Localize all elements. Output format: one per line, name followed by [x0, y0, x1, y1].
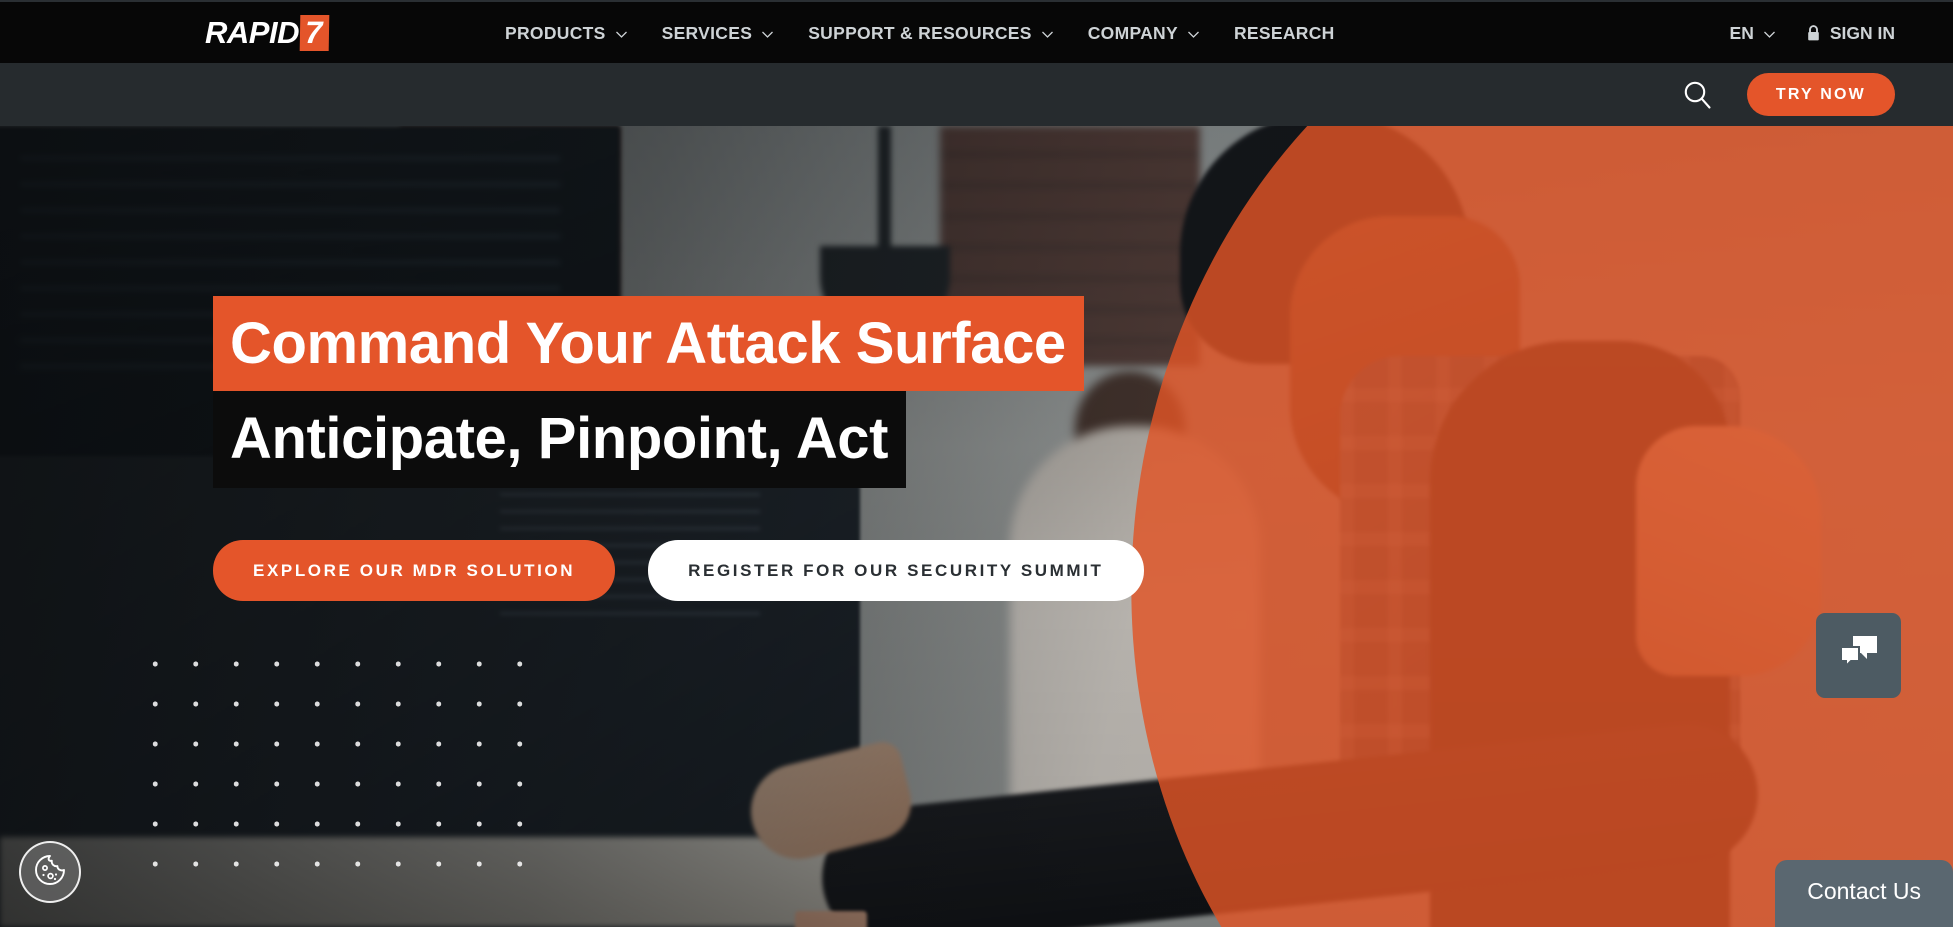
- language-label: EN: [1729, 23, 1754, 43]
- language-selector[interactable]: EN: [1730, 23, 1776, 44]
- nav-label-services: SERVICES: [661, 23, 753, 43]
- nav-item-products[interactable]: PRODUCTS: [505, 23, 628, 44]
- main-nav-links: PRODUCTS SERVICES SUPPORT & RESOURCES CO…: [505, 2, 1335, 65]
- nav-label-company: COMPANY: [1087, 23, 1178, 43]
- hero-headline-line-2: Anticipate, Pinpoint, Act: [213, 391, 907, 488]
- rapid7-logo[interactable]: RAPID 7: [205, 14, 330, 51]
- nav-item-company[interactable]: COMPANY: [1088, 23, 1200, 44]
- page-root: RAPID 7 PRODUCTS SERVICES SUPPORT & RESOU…: [0, 0, 1953, 927]
- chevron-down-icon: [761, 28, 774, 41]
- chevron-down-icon: [1187, 28, 1200, 41]
- search-icon[interactable]: [1682, 79, 1713, 110]
- cookie-settings-button[interactable]: [19, 841, 81, 903]
- nav-label-support-resources: SUPPORT & RESOURCES: [808, 23, 1032, 43]
- chevron-down-icon: [615, 28, 628, 41]
- chevron-down-icon: [1041, 28, 1054, 41]
- chat-bubbles-icon: [1837, 633, 1881, 678]
- sign-in-label: SIGN IN: [1829, 23, 1895, 43]
- register-security-summit-button[interactable]: REGISTER FOR OUR SECURITY SUMMIT: [648, 540, 1144, 601]
- hero-content: Command Your Attack Surface Anticipate, …: [213, 296, 1144, 601]
- top-navigation-bar: RAPID 7 PRODUCTS SERVICES SUPPORT & RESOU…: [0, 0, 1953, 63]
- nav-label-products: PRODUCTS: [505, 23, 606, 43]
- chevron-down-icon: [1763, 28, 1776, 41]
- try-now-button[interactable]: TRY NOW: [1746, 73, 1895, 116]
- sign-in-link[interactable]: SIGN IN: [1806, 23, 1895, 44]
- nav-item-support-resources[interactable]: SUPPORT & RESOURCES: [808, 23, 1054, 44]
- logo-wordmark: RAPID: [205, 14, 299, 50]
- logo-seven-mark: 7: [299, 14, 330, 51]
- nav-label-research: RESEARCH: [1233, 23, 1335, 43]
- headline-row-2: Anticipate, Pinpoint, Act: [213, 391, 1144, 488]
- nav-utility-group: EN SIGN IN: [1730, 2, 1953, 65]
- chat-widget-button[interactable]: [1816, 613, 1901, 698]
- headline-row-1: Command Your Attack Surface: [213, 296, 1144, 391]
- hero-section: Command Your Attack Surface Anticipate, …: [0, 126, 1953, 927]
- cookie-icon: [32, 852, 68, 893]
- hero-headline-line-1: Command Your Attack Surface: [213, 296, 1084, 391]
- lock-icon: [1806, 25, 1821, 42]
- explore-mdr-solution-button[interactable]: EXPLORE OUR MDR SOLUTION: [213, 540, 616, 601]
- contact-us-tab[interactable]: Contact Us: [1775, 860, 1953, 927]
- utility-bar: TRY NOW: [0, 63, 1953, 126]
- hero-cta-group: EXPLORE OUR MDR SOLUTION REGISTER FOR OU…: [213, 540, 1144, 601]
- nav-item-research[interactable]: RESEARCH: [1234, 23, 1335, 44]
- nav-item-services[interactable]: SERVICES: [662, 23, 775, 44]
